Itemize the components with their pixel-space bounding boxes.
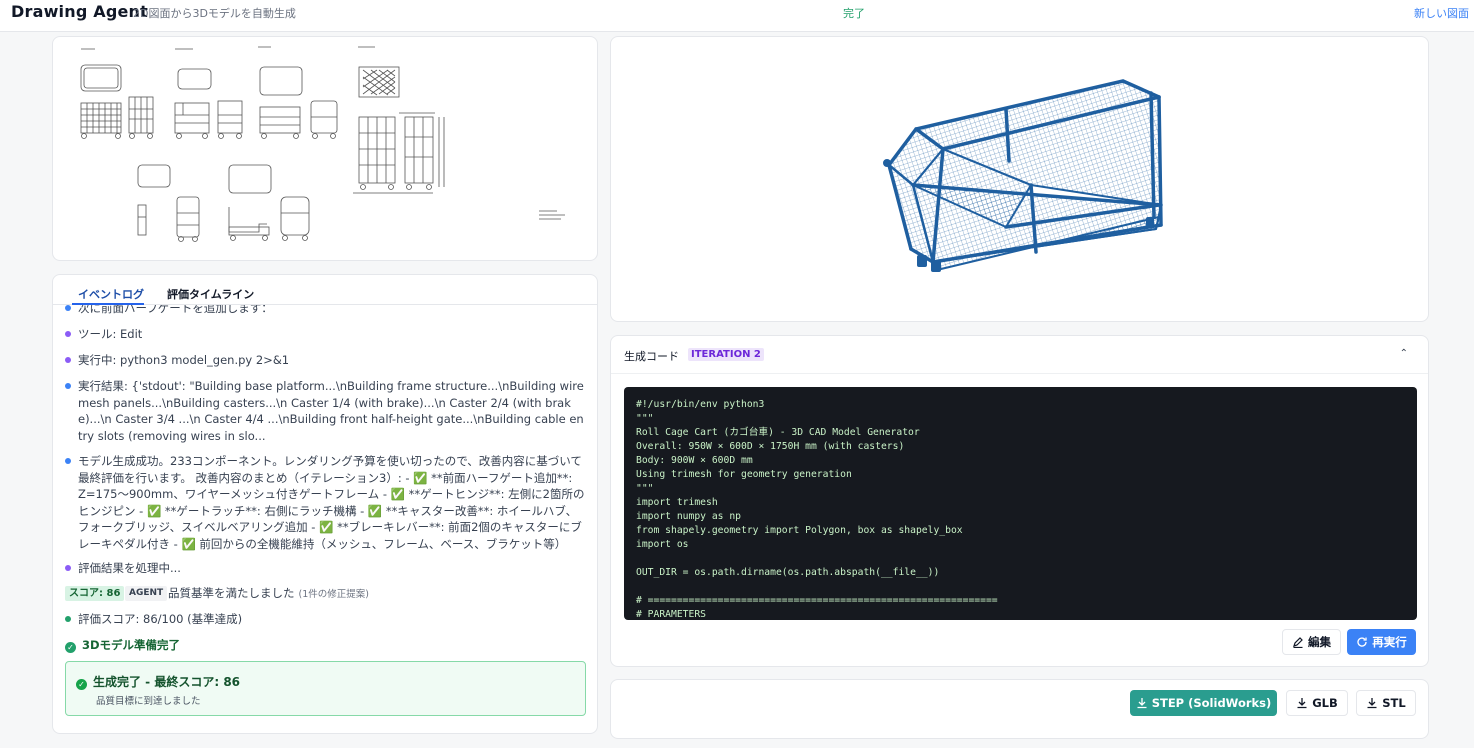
log-entry-text: 実行中: python3 model_gen.py 2>&1 — [78, 353, 290, 367]
download-glb-label: GLB — [1312, 696, 1338, 710]
code-header[interactable]: 生成コード ITERATION 2 ⌃ — [611, 336, 1428, 374]
log-entry-text: 次に前面ハーフゲートを追加します： — [78, 305, 273, 315]
score-row: スコア: 86 AGENT 品質基準を満たしました (1件の修正提案) — [65, 585, 585, 603]
log-dot — [65, 331, 71, 337]
download-icon — [1297, 698, 1307, 709]
download-stl-button[interactable]: STL — [1356, 690, 1416, 716]
code-title: 生成コード — [624, 350, 679, 363]
score-message: 品質基準を満たしました — [168, 586, 295, 600]
log-entry: モデル生成成功。233コンポーネント。レンダリング予算を使い切ったので、改善内容… — [65, 453, 585, 552]
log-dot — [65, 565, 71, 571]
model-viewer-panel[interactable] — [610, 36, 1429, 322]
app-title: Drawing Agent — [11, 2, 148, 21]
status-text: 完了 — [843, 7, 865, 20]
iteration-badge: ITERATION 2 — [688, 348, 764, 361]
log-entry-text: モデル生成成功。233コンポーネント。レンダリング予算を使い切ったので、改善内容… — [78, 454, 585, 551]
model-ready-text: 3Dモデル準備完了 — [82, 638, 181, 652]
log-dot — [65, 383, 71, 389]
completion-box: ✓ 生成完了 - 最終スコア: 86 品質目標に到達しました — [65, 661, 586, 716]
log-entry-text: 実行結果: {'stdout': "Building base platform… — [78, 379, 584, 443]
log-entry: 評価スコア: 86/100 (基準達成) — [65, 611, 585, 628]
new-drawing-link[interactable]: 新しい図面 — [1414, 5, 1469, 21]
tab-event-log[interactable]: イベントログ — [78, 286, 144, 302]
download-glb-button[interactable]: GLB — [1286, 690, 1348, 716]
refresh-icon — [1357, 637, 1367, 647]
chevron-up-icon[interactable]: ⌃ — [1400, 348, 1408, 359]
downloads-panel: STEP (SolidWorks) GLB STL — [610, 679, 1429, 739]
tab-eval-timeline[interactable]: 評価タイムライン — [167, 286, 254, 302]
log-entry: 評価結果を処理中... — [65, 560, 585, 577]
completion-title-text: 生成完了 - 最終スコア: 86 — [93, 675, 241, 689]
score-note: (1件の修正提案) — [298, 589, 369, 600]
log-tabs: イベントログ 評価タイムライン — [53, 275, 597, 305]
log-entry: 実行結果: {'stdout': "Building base platform… — [65, 378, 585, 444]
score-badge: スコア: 86 — [65, 586, 125, 601]
log-dot — [65, 357, 71, 363]
download-step-button[interactable]: STEP (SolidWorks) — [1130, 690, 1277, 716]
completion-subtitle: 品質目標に到達しました — [96, 696, 201, 707]
agent-badge: AGENT — [125, 586, 168, 601]
download-icon — [1137, 698, 1147, 709]
drawing-image — [80, 46, 565, 242]
log-dot — [65, 616, 71, 622]
generated-code-panel: 生成コード ITERATION 2 ⌃ #!/usr/bin/env pytho… — [610, 335, 1429, 667]
code-text: #!/usr/bin/env python3 """ Roll Cage Car… — [636, 399, 998, 620]
log-entry: ツール: Edit — [65, 326, 585, 343]
event-log-panel: イベントログ 評価タイムライン 次に前面ハーフゲートを追加します： ツール: E… — [52, 274, 598, 734]
edit-button[interactable]: 編集 — [1282, 629, 1341, 655]
log-entry-text: 評価スコア: 86/100 (基準達成) — [78, 612, 243, 626]
rerun-label: 再実行 — [1372, 635, 1407, 649]
download-icon — [1367, 698, 1377, 709]
download-step-label: STEP (SolidWorks) — [1151, 696, 1272, 710]
code-editor[interactable]: #!/usr/bin/env python3 """ Roll Cage Car… — [624, 387, 1417, 620]
cage-cart-3d-model — [883, 79, 1163, 272]
log-entry: 実行中: python3 model_gen.py 2>&1 — [65, 352, 585, 369]
log-entry-text: ツール: Edit — [78, 327, 143, 341]
edit-icon — [1293, 637, 1303, 648]
log-entry: 次に前面ハーフゲートを追加します： — [65, 305, 585, 317]
check-circle-icon: ✓ — [65, 642, 76, 653]
log-dot — [65, 458, 71, 464]
edit-label: 編集 — [1308, 635, 1331, 649]
completion-title: ✓ 生成完了 - 最終スコア: 86 — [76, 673, 240, 690]
app-header: Drawing Agent 2D図面から3Dモデルを自動生成 完了 新しい図面 — [0, 0, 1474, 32]
model-ready-status: ✓ 3Dモデル準備完了 — [65, 637, 180, 653]
download-stl-label: STL — [1382, 696, 1406, 710]
log-dot — [65, 305, 71, 311]
drawing-preview-panel — [52, 36, 598, 261]
check-circle-icon: ✓ — [76, 679, 87, 690]
rerun-button[interactable]: 再実行 — [1347, 629, 1416, 655]
event-log-list[interactable]: 次に前面ハーフゲートを追加します： ツール: Edit 実行中: python3… — [53, 305, 597, 733]
score-text: 品質基準を満たしました (1件の修正提案) — [168, 585, 369, 601]
log-entry-text: 評価結果を処理中... — [78, 561, 181, 575]
app-subtitle: 2D図面から3Dモデルを自動生成 — [133, 7, 296, 20]
